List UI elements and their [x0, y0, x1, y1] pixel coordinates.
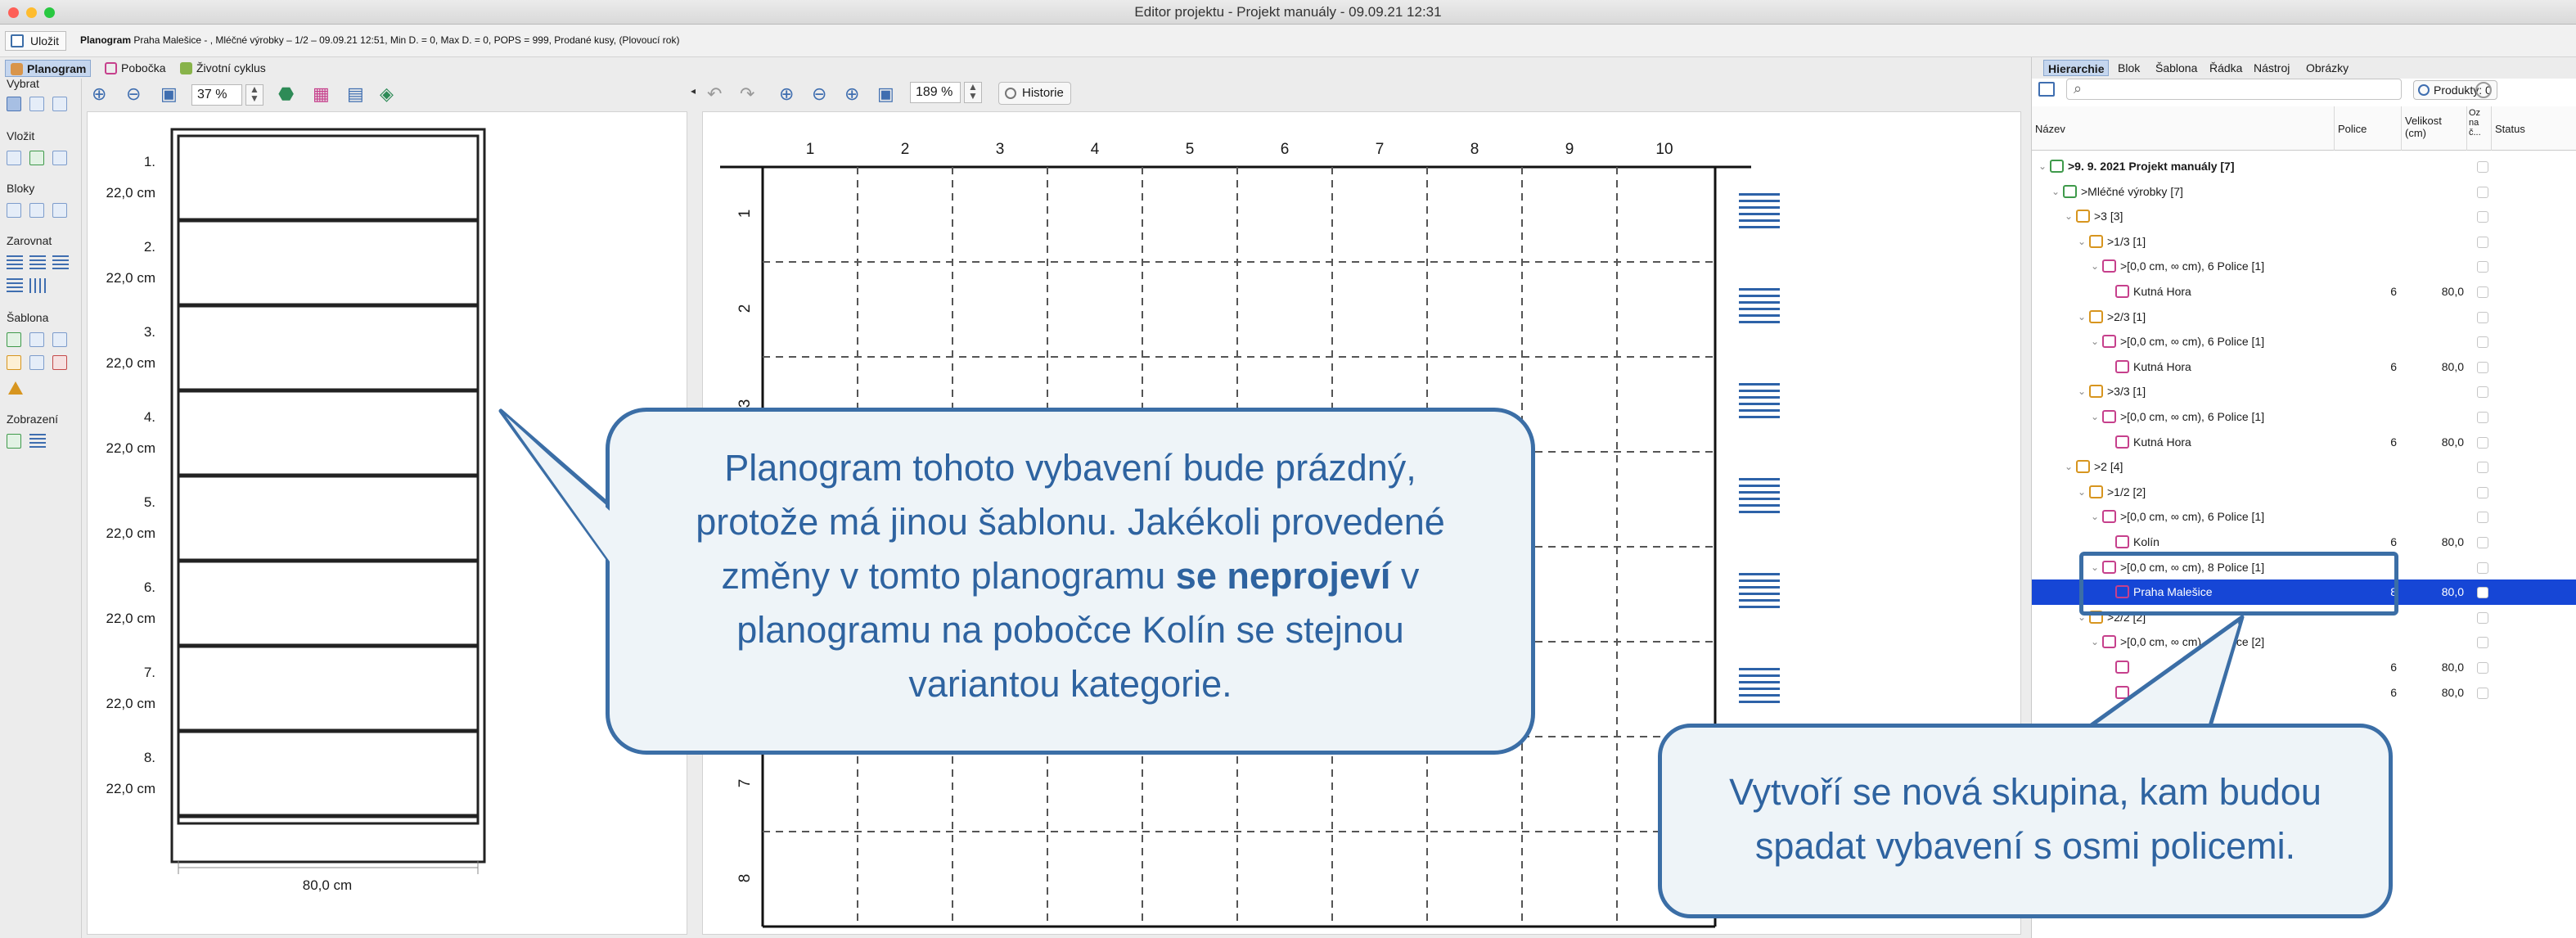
right-callout: Vytvoří se nová skupina, kam budou spada… [1658, 724, 2393, 918]
callout-line: spadat vybavení s osmi policemi. [1754, 825, 2296, 867]
editor-window: Editor projektu - Projekt manuály - 09.0… [0, 0, 2576, 938]
callout-line: Vytvoří se nová skupina, kam budou [1729, 771, 2322, 813]
